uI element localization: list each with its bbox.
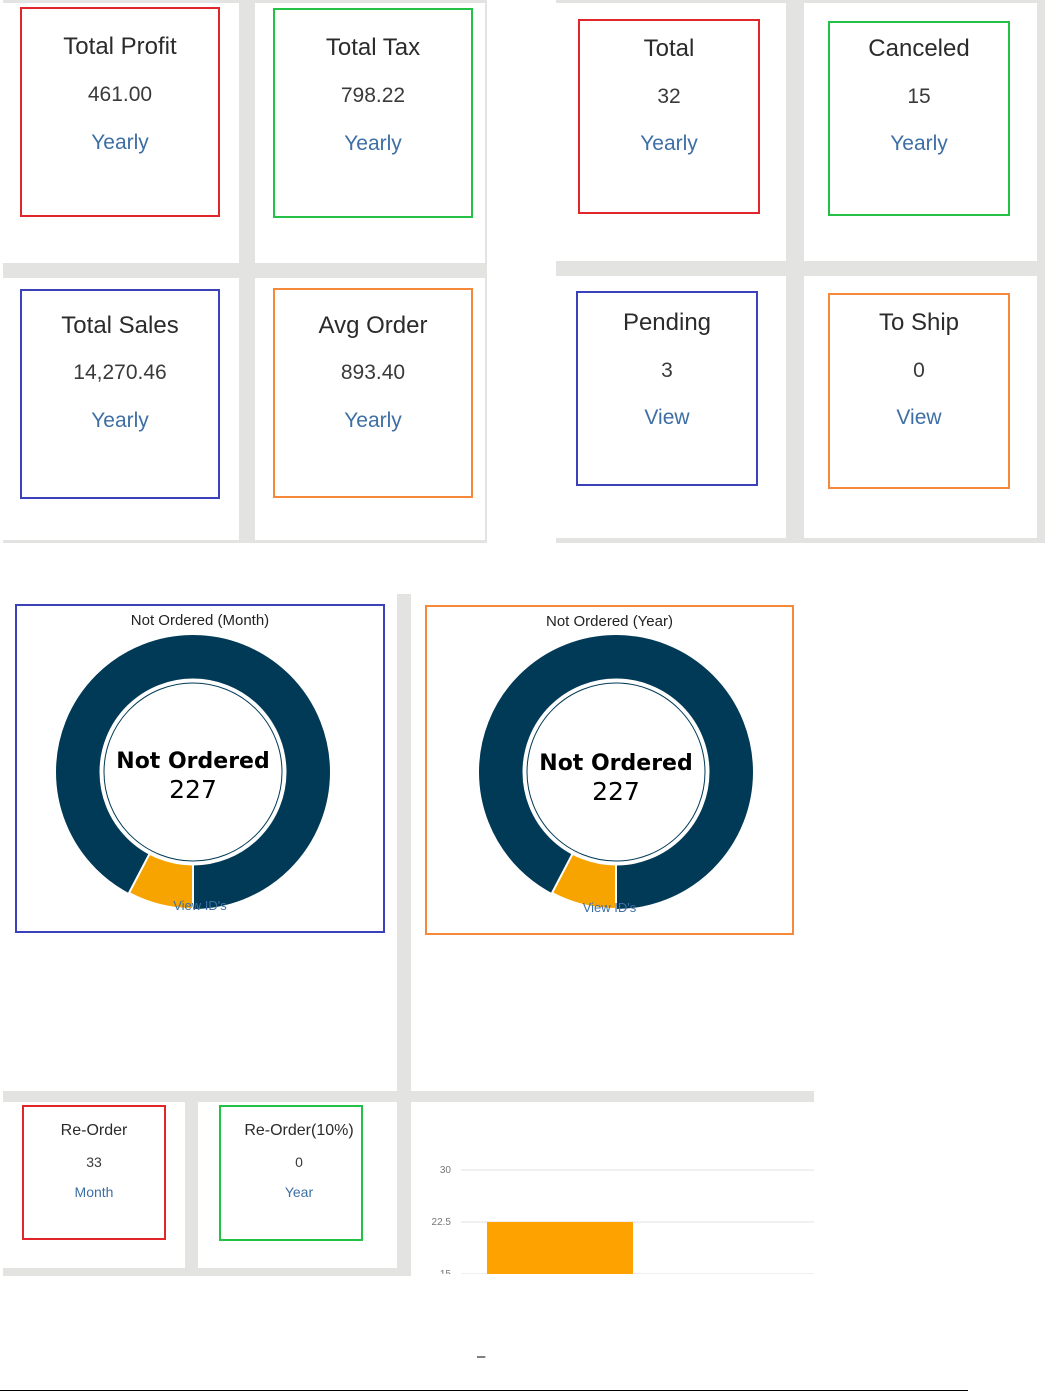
card-value: 0 <box>295 1154 303 1170</box>
total-profit-card[interactable]: Total Profit 461.00 Yearly <box>20 7 220 217</box>
view-ids-link[interactable]: View ID's <box>427 900 792 915</box>
not-ordered-month-donut: Not Ordered 227 <box>56 635 330 911</box>
reorder-10-card[interactable]: Re-Order(10%) 0 Year <box>219 1105 363 1241</box>
total-tax-card[interactable]: Total Tax 798.22 Yearly <box>273 8 473 218</box>
card-value: 798.22 <box>340 84 406 107</box>
card-value: 461.00 <box>87 83 153 106</box>
view-link[interactable]: View <box>830 406 1008 430</box>
canceled-card[interactable]: Canceled 15 Yearly <box>828 21 1010 216</box>
month-link[interactable]: Month <box>24 1184 164 1200</box>
footer-rule <box>0 1390 968 1391</box>
avg-order-card[interactable]: Avg Order 893.40 Yearly <box>273 288 473 498</box>
card-value: 0 <box>913 359 925 382</box>
donut-center-value: 227 <box>169 775 217 804</box>
donut-center-label: Not Ordered <box>539 751 692 776</box>
pending-card[interactable]: Pending 3 View <box>576 291 758 486</box>
bar[interactable] <box>487 1222 633 1274</box>
not-ordered-month-card: Not Ordered (Month) Not Ordered 227 View… <box>15 604 385 933</box>
not-ordered-year-donut: Not Ordered 227 <box>479 635 753 911</box>
not-ordered-year-card: Not Ordered (Year) Not Ordered 227 View … <box>425 605 794 935</box>
total-orders-card[interactable]: Total 32 Yearly <box>578 19 760 214</box>
yearly-link[interactable]: Yearly <box>275 409 471 433</box>
card-value: 893.40 <box>340 361 406 384</box>
card-title: Total Profit <box>63 33 177 60</box>
card-title: Total Tax <box>325 34 421 61</box>
card-title: To Ship <box>878 309 960 336</box>
card-title: Canceled <box>868 35 970 62</box>
y-tick-label: 30 <box>440 1165 452 1176</box>
card-title: Pending <box>622 309 712 336</box>
total-sales-card[interactable]: Total Sales 14,270.46 Yearly <box>20 289 220 499</box>
footer-mark: – <box>477 1348 486 1365</box>
view-ids-link[interactable]: View ID's <box>17 898 383 913</box>
card-title: Re-Order(10%) <box>244 1122 354 1139</box>
yearly-link[interactable]: Yearly <box>580 132 758 156</box>
donut-center-label: Not Ordered <box>116 749 269 774</box>
card-title: Total <box>643 35 695 62</box>
card-title: Avg Order <box>318 312 428 339</box>
yearly-link[interactable]: Yearly <box>22 409 218 433</box>
y-tick-label: 15 <box>440 1269 452 1274</box>
card-value: 33 <box>86 1154 102 1170</box>
reorder-card[interactable]: Re-Order 33 Month <box>22 1105 166 1240</box>
card-title: Total Sales <box>61 312 179 339</box>
card-title: Re-Order <box>60 1122 128 1139</box>
card-value: 3 <box>661 359 673 382</box>
yearly-link[interactable]: Yearly <box>830 132 1008 156</box>
yearly-link[interactable]: Yearly <box>22 131 218 155</box>
year-link[interactable]: Year <box>229 1184 369 1200</box>
card-value: 32 <box>657 85 681 108</box>
donut-center-value: 227 <box>592 777 640 806</box>
y-tick-label: 22.5 <box>432 1217 452 1228</box>
card-value: 14,270.46 <box>73 361 167 384</box>
to-ship-card[interactable]: To Ship 0 View <box>828 293 1010 489</box>
card-value: 15 <box>907 85 931 108</box>
reorder-bar-chart: 30 22.5 15 <box>432 1165 814 1274</box>
yearly-link[interactable]: Yearly <box>275 132 471 156</box>
view-link[interactable]: View <box>578 406 756 430</box>
